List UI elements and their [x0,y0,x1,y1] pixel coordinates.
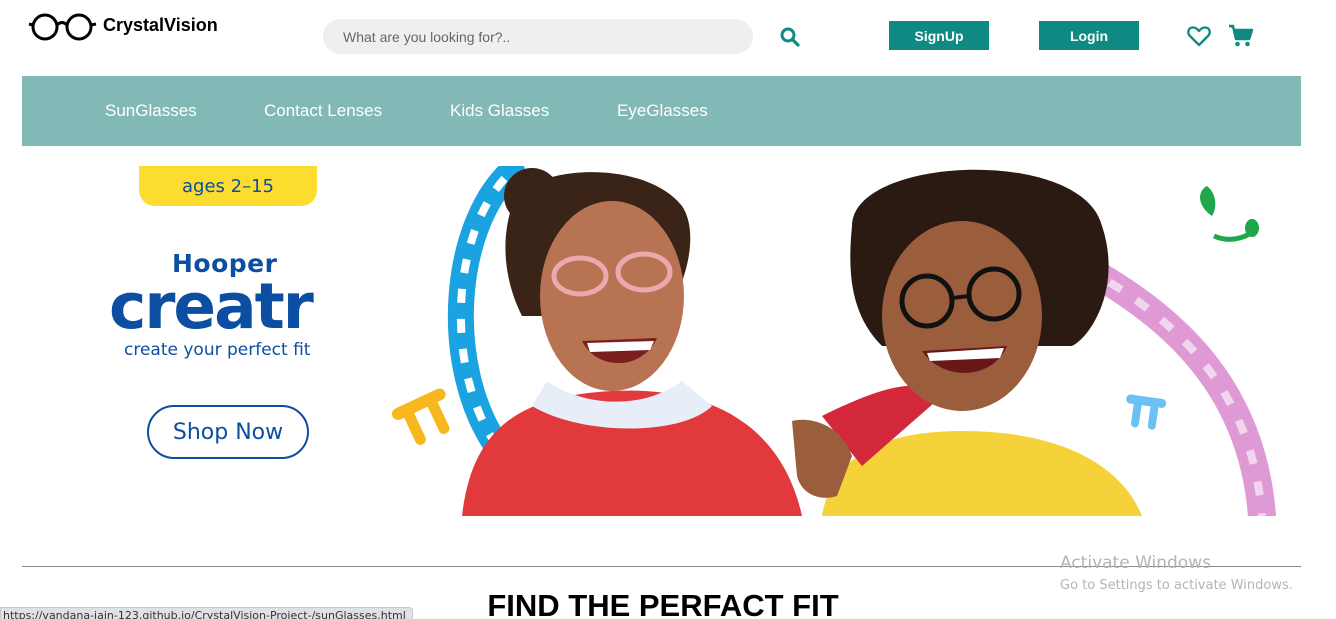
site-header: CrystalVision SignUp Login [0,0,1336,76]
cart-icon[interactable] [1228,24,1254,53]
brand-logo[interactable]: CrystalVision [28,12,218,42]
login-button[interactable]: Login [1039,21,1139,50]
glasses-logo-icon [28,12,98,42]
girl-figure [462,168,802,516]
kids-with-glasses-image [391,166,1276,516]
banner-tagline: create your perfect fit [124,340,311,360]
search-input[interactable] [323,19,753,54]
nav-item-contact-lenses[interactable]: Contact Lenses [264,101,382,121]
nav-item-sunglasses[interactable]: SunGlasses [105,101,197,121]
shop-now-button[interactable]: Shop Now [147,405,309,459]
yellow-pi-decoration [391,388,450,446]
brand-main-text: creatr [109,270,314,343]
boy-figure [792,169,1142,516]
signup-button[interactable]: SignUp [889,21,989,50]
status-bar-url: https://vandana-jain-123.github.io/Cryst… [0,607,413,619]
age-range-badge: ages 2–15 [139,166,317,206]
brand-name: CrystalVision [103,14,218,35]
category-navbar: SunGlasses Contact Lenses Kids Glasses E… [22,76,1301,146]
hero-banner[interactable]: ages 2–15 Hooper creatr create your perf… [22,166,1301,516]
windows-activation-subtitle: Go to Settings to activate Windows. [1060,578,1293,593]
windows-activation-title: Activate Windows [1060,553,1211,573]
nav-item-eyeglasses[interactable]: EyeGlasses [617,101,708,121]
search-icon[interactable] [780,27,802,47]
heart-icon[interactable] [1187,25,1211,52]
nav-item-kids-glasses[interactable]: Kids Glasses [450,101,549,121]
